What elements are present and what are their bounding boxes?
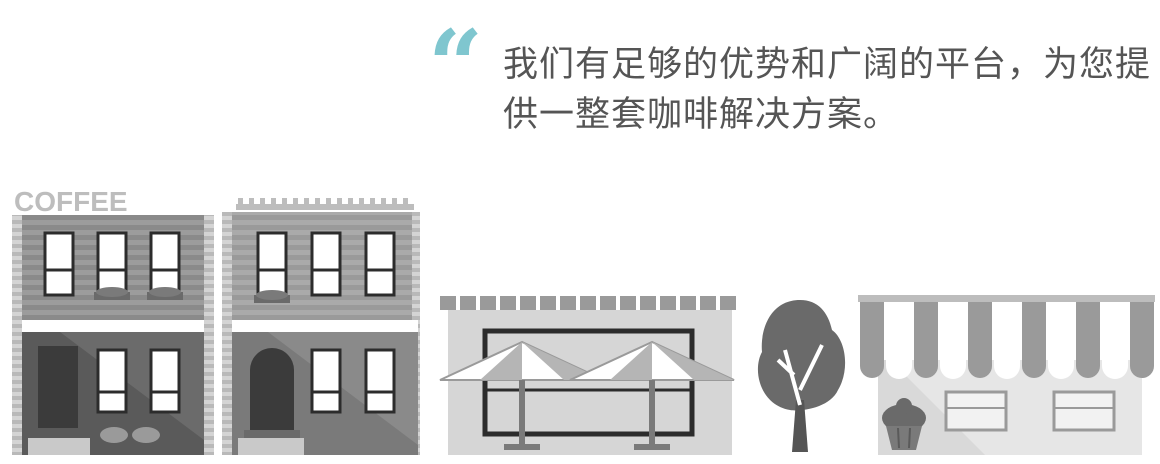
coffee-sign: COFFEE bbox=[14, 186, 128, 217]
tree-icon bbox=[757, 300, 846, 452]
building-icon bbox=[222, 198, 420, 455]
umbrella-icon bbox=[439, 296, 736, 455]
building-icon: COFFEE bbox=[12, 186, 214, 455]
street-illustration: COFFEE bbox=[0, 186, 1160, 464]
